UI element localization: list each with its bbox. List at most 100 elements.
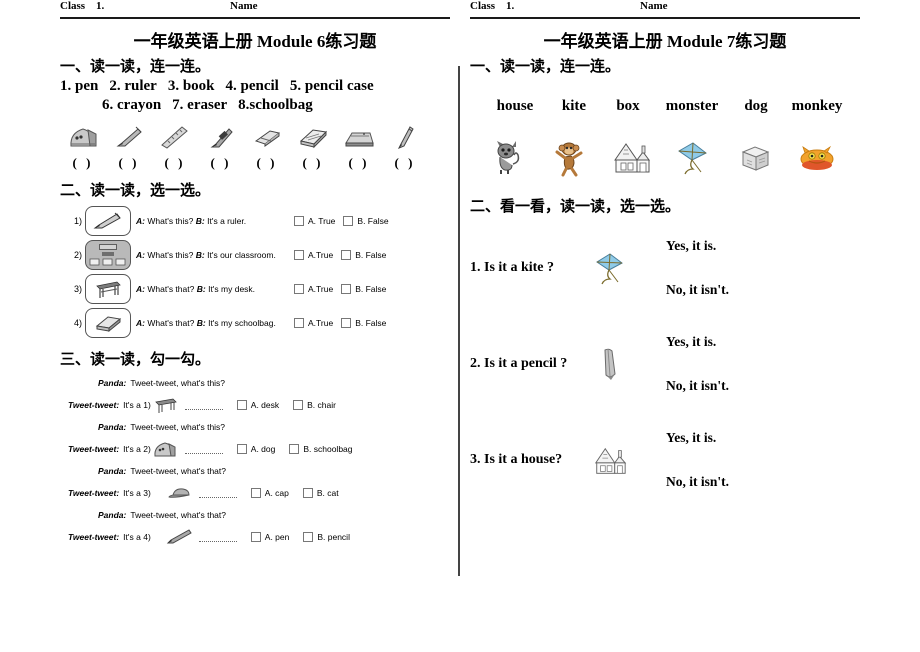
row-number: 3) (73, 283, 82, 294)
option-a[interactable]: A. desk (236, 400, 279, 410)
dialogue-line-tweet[interactable]: Tweet-tweet: It's a 1) A. desk B. chair (60, 394, 450, 416)
checkbox[interactable] (294, 317, 304, 328)
dialogue-line-tweet[interactable]: Tweet-tweet: It's a 4) A. pen B. pencil (60, 526, 450, 548)
option-false[interactable]: B. False (341, 249, 387, 260)
checkbox[interactable] (250, 488, 261, 498)
answer-no[interactable]: No, it isn't. (666, 282, 729, 298)
word-item: monster (665, 98, 719, 114)
dialogue-list: Panda: Tweet-tweet, what's this? Tweet-t… (60, 372, 450, 548)
answer-blank[interactable] (184, 445, 223, 454)
schoolbag-icon (151, 439, 181, 459)
option-label: A. cap (264, 488, 289, 498)
picture-cell[interactable]: ( ) (60, 120, 106, 171)
answer-paren: ( ) (302, 155, 324, 170)
checkbox[interactable] (236, 444, 247, 454)
option-label: A. pen (264, 532, 290, 542)
true-false-row[interactable]: 2) A: What's this? B: It's our classroom… (60, 239, 450, 270)
answer-no[interactable]: No, it isn't. (666, 474, 729, 490)
true-false-row[interactable]: 3) A: What's that? B: It's my desk. A.Tr… (60, 273, 450, 304)
checkbox[interactable] (341, 249, 352, 260)
option-true[interactable]: A.True (294, 283, 333, 294)
option-false[interactable]: B. False (341, 317, 387, 328)
checkbox[interactable] (341, 283, 352, 294)
answer-text: It's my schoolbag. (208, 317, 276, 328)
schoolbag-icon (60, 120, 106, 154)
kite-icon[interactable] (592, 250, 628, 288)
true-false-row[interactable]: 4) A: What's that? B: It's my schoolbag.… (60, 307, 450, 338)
row-number: 2) (73, 249, 82, 260)
checkbox[interactable] (294, 249, 304, 260)
monkey-icon[interactable] (538, 137, 600, 179)
option-false[interactable]: B. False (341, 283, 386, 294)
box-icon[interactable] (724, 137, 786, 179)
checkbox[interactable] (289, 444, 300, 454)
picture-cell[interactable]: ( ) (336, 120, 382, 171)
word-item: 5. pencil case (289, 78, 374, 94)
dialogue-line-panda: Panda: Tweet-tweet, what's this? (60, 372, 450, 394)
checkbox[interactable] (302, 488, 313, 498)
picture-cell[interactable]: ( ) (198, 120, 244, 171)
dialogue-options: A. cap B. cat (250, 488, 353, 498)
picture-cell[interactable]: ( ) (382, 120, 428, 171)
option-true[interactable]: A. True (294, 215, 335, 226)
option-label: B. False (357, 215, 389, 226)
page-title: 一年级英语上册 Module 6练习题 (133, 32, 377, 51)
picture-cell[interactable]: ( ) (106, 120, 152, 171)
word-item: 2. ruler (109, 78, 157, 94)
word-item: kite (561, 98, 587, 114)
word-item: 8.schoolbag (238, 97, 313, 113)
checkbox[interactable] (341, 317, 352, 328)
option-b[interactable]: B. pencil (303, 532, 350, 542)
dog-icon[interactable] (476, 137, 538, 179)
kite-icon[interactable] (662, 137, 724, 179)
checkbox[interactable] (250, 532, 261, 542)
checkbox[interactable] (236, 400, 247, 410)
checkbox[interactable] (303, 532, 314, 542)
answer-paren: ( ) (256, 155, 278, 170)
answer-blank[interactable] (184, 401, 223, 410)
option-b[interactable]: B. chair (293, 400, 336, 410)
option-true[interactable]: A.True (294, 317, 333, 328)
true-false-list: 1) A: What's this? B: It's a ruler. A. T… (60, 205, 450, 338)
option-label: B. False (355, 249, 387, 260)
house-icon[interactable] (600, 137, 662, 179)
question-row: 1. Is it a kite ? Yes, it is. No, it isn… (470, 224, 860, 320)
answer-text: It's a ruler. (207, 215, 247, 226)
checkbox[interactable] (294, 215, 304, 226)
option-label: B. False (355, 317, 387, 328)
option-a[interactable]: A. cap (250, 488, 289, 498)
answer-paren: ( ) (394, 155, 416, 170)
option-b[interactable]: B. schoolbag (289, 444, 353, 454)
checkbox[interactable] (343, 215, 354, 226)
option-a[interactable]: A. pen (250, 532, 290, 542)
answer-blank[interactable] (198, 533, 237, 542)
picture-cell[interactable]: ( ) (244, 120, 290, 171)
tweet-speaker: Tweet-tweet: (68, 400, 120, 410)
house-icon[interactable] (592, 442, 628, 480)
option-label: A.True (308, 249, 334, 260)
answer-yes[interactable]: Yes, it is. (666, 334, 716, 350)
answer-no[interactable]: No, it isn't. (666, 378, 729, 394)
answer-yes[interactable]: Yes, it is. (666, 430, 716, 446)
pencil-icon[interactable] (592, 346, 628, 384)
option-false[interactable]: B. False (343, 215, 389, 226)
answer-blank[interactable] (198, 489, 237, 498)
dialogue-line-tweet[interactable]: Tweet-tweet: It's a 2) A. dog B. schoolb… (60, 438, 450, 460)
question-text: 2. Is it a pencil ? (470, 356, 568, 371)
answer-yes[interactable]: Yes, it is. (666, 238, 716, 254)
dialogue-line-tweet[interactable]: Tweet-tweet: It's a 3) A. cap B. cat (60, 482, 450, 504)
option-label: B. pencil (317, 532, 350, 542)
eraser-icon (244, 120, 290, 154)
page-divider (458, 66, 460, 576)
speaker-b: B: (195, 249, 205, 260)
true-false-row[interactable]: 1) A: What's this? B: It's a ruler. A. T… (60, 205, 450, 236)
picture-cell[interactable]: ( ) (152, 120, 198, 171)
checkbox[interactable] (293, 400, 304, 410)
dialogue-line-panda: Panda: Tweet-tweet, what's that? (60, 460, 450, 482)
checkbox[interactable] (294, 283, 304, 294)
monster-icon[interactable] (786, 137, 848, 179)
option-a[interactable]: A. dog (236, 444, 275, 454)
option-b[interactable]: B. cat (302, 488, 339, 498)
picture-cell[interactable]: ( ) (290, 120, 336, 171)
option-true[interactable]: A.True (294, 249, 334, 260)
